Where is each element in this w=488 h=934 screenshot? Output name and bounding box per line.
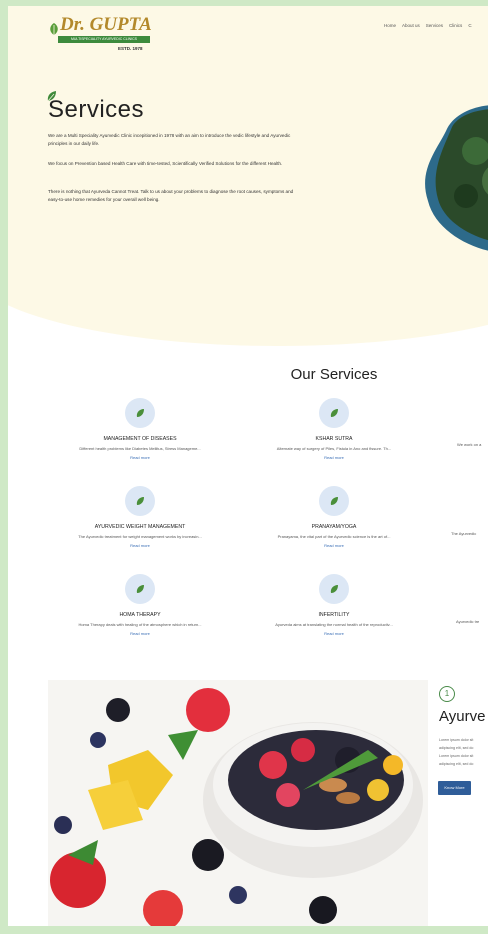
service-card[interactable]: INFERTILITY Ayurveda aims at translating…: [242, 574, 426, 636]
leaf-icon: [319, 574, 349, 604]
service-desc-partial: We work on a: [457, 442, 482, 447]
nav-more[interactable]: C: [468, 23, 471, 28]
leaf-icon: [319, 486, 349, 516]
fruit-bowl-image: [48, 680, 428, 926]
service-title: KSHAR SUTRA: [315, 436, 353, 442]
service-desc-partial: The Ayurvedic: [451, 531, 477, 536]
feature-title: Ayurve: [439, 708, 486, 725]
logo-subtitle: MULTISPECIALITY AYURVEDIC CLINICS: [58, 36, 150, 43]
service-desc: Ayurveda aims at translating the normal …: [275, 622, 393, 627]
section-title: Our Services: [290, 366, 378, 383]
hero-paragraph: There is nothing that Ayurveda Cannot Tr…: [48, 189, 294, 202]
feature-text: Lorem ipsum dolor sit adipiscing elit, s…: [439, 736, 488, 768]
service-title: INFERTILITY: [318, 612, 350, 618]
service-title: PRANAYAM/YOGA: [311, 524, 357, 530]
service-title: MANAGEMENT OF DISEASES: [103, 436, 177, 442]
read-more-link[interactable]: Read more: [242, 543, 426, 548]
leaf-icon: [50, 23, 58, 35]
service-desc: Different health problems like Diabetes …: [79, 446, 201, 451]
page-title: Services: [48, 96, 145, 123]
read-more-link[interactable]: Read more: [242, 455, 426, 460]
service-card[interactable]: AYURVEDIC WEIGHT MANAGEMENT The Ayurvedi…: [48, 486, 232, 548]
hero-paragraph: We focus on Prevention based Health Care…: [48, 161, 283, 166]
service-desc: Homa Therapy deals with healing of the a…: [78, 622, 202, 627]
service-card[interactable]: PRANAYAM/YOGA Pranayama, the vital part …: [242, 486, 426, 548]
hero-image: [425, 105, 488, 251]
service-card[interactable]: HOMA THERAPY Homa Therapy deals with hea…: [48, 574, 232, 636]
hero-paragraph: We are a Multi Speciality Ayurvedic Clin…: [48, 133, 291, 146]
service-desc: Alternate way of surgery of Piles, Fistu…: [276, 446, 392, 451]
read-more-link[interactable]: Read more: [48, 631, 232, 636]
service-desc-partial: Ayurvedic tre: [456, 619, 480, 624]
feature-text-line: adipiscing elit, sed do: [439, 746, 474, 750]
service-card[interactable]: KSHAR SUTRA Alternate way of surgery of …: [242, 398, 426, 460]
service-title: HOMA THERAPY: [119, 612, 161, 618]
read-more-link[interactable]: Read more: [48, 455, 232, 460]
leaf-icon: [125, 574, 155, 604]
nav-clinics[interactable]: Clinics: [449, 23, 462, 28]
nav-about[interactable]: About us: [402, 23, 420, 28]
top-nav: Home About us Services Clinics C: [384, 23, 472, 28]
service-title: AYURVEDIC WEIGHT MANAGEMENT: [94, 524, 186, 530]
page: Dr. GUPTA MULTISPECIALITY AYURVEDIC CLIN…: [8, 6, 488, 926]
read-more-link[interactable]: Read more: [48, 543, 232, 548]
step-number: 1: [439, 686, 455, 702]
feature-text-line: Lorem ipsum dolor sit: [439, 738, 474, 742]
know-more-button[interactable]: Know More: [438, 781, 471, 795]
service-desc: The Ayurvedic treatment for weight manag…: [78, 534, 202, 539]
logo-name: Dr. GUPTA: [60, 14, 152, 35]
hero-background: [8, 6, 488, 346]
read-more-link[interactable]: Read more: [242, 631, 426, 636]
feature-text-line: Lorem ipsum dolor sit: [439, 754, 474, 758]
feature-text-line: adipiscing elit, sed do: [439, 762, 474, 766]
leaf-icon: [125, 398, 155, 428]
leaf-icon: [319, 398, 349, 428]
nav-services[interactable]: Services: [426, 23, 443, 28]
service-card[interactable]: MANAGEMENT OF DISEASES Different health …: [48, 398, 232, 460]
nav-home[interactable]: Home: [384, 23, 396, 28]
logo-estd: ESTD. 1978: [118, 46, 143, 51]
leaf-icon: [125, 486, 155, 516]
service-desc: Pranayama, the vital part of the Ayurved…: [277, 534, 391, 539]
